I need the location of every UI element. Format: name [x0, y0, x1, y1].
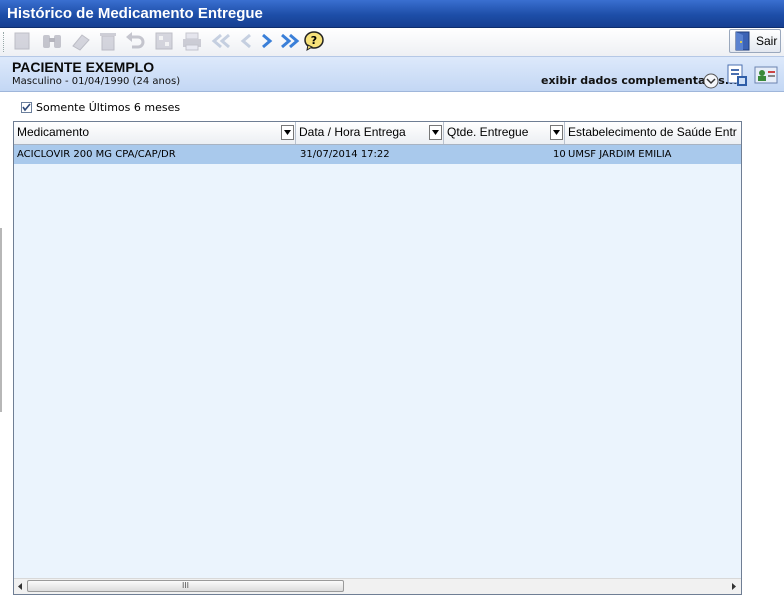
eraser-icon — [72, 34, 90, 51]
medication-history-grid: Medicamento Data / Hora Entrega Qtde. En… — [13, 121, 742, 595]
column-header-label: Qtde. Entregue — [447, 125, 529, 139]
help-button[interactable]: ? — [303, 30, 325, 52]
column-filter-dropdown[interactable] — [550, 125, 563, 140]
first-record-button[interactable] — [210, 30, 232, 52]
calculator-icon — [155, 32, 173, 50]
next-icon — [262, 33, 273, 49]
checkmark-icon — [22, 103, 31, 112]
toolbar: ? Sair — [0, 28, 784, 56]
binoculars-icon — [43, 35, 61, 48]
last-record-button[interactable] — [279, 30, 301, 52]
table-row[interactable]: ACICLOVIR 200 MG CPA/CAP/DR 31/07/2014 1… — [14, 145, 741, 164]
horizontal-scrollbar[interactable]: III — [14, 578, 741, 594]
column-header-qtde[interactable]: Qtde. Entregue — [444, 122, 565, 144]
cell-qtde: 10 — [553, 149, 566, 160]
column-header-label: Estabelecimento de Saúde Entr — [568, 125, 737, 139]
search-button[interactable] — [41, 30, 63, 52]
scroll-left-icon[interactable] — [16, 582, 25, 591]
cell-medicamento: ACICLOVIR 200 MG CPA/CAP/DR — [17, 149, 176, 160]
column-filter-dropdown[interactable] — [281, 125, 294, 140]
previous-record-button[interactable] — [235, 30, 257, 52]
printer-icon — [183, 32, 201, 51]
patient-record-icon[interactable] — [725, 63, 749, 89]
column-header-label: Medicamento — [17, 125, 90, 139]
delete-button[interactable] — [97, 30, 119, 52]
last-six-months-filter[interactable]: Somente Últimos 6 meses — [21, 101, 180, 114]
column-header-estabelecimento[interactable]: Estabelecimento de Saúde Entr — [565, 122, 741, 144]
previous-icon — [240, 33, 251, 49]
help-icon: ? — [304, 31, 324, 52]
new-icon — [14, 32, 30, 50]
column-header-data-hora[interactable]: Data / Hora Entrega — [296, 122, 444, 144]
door-exit-icon — [735, 31, 750, 51]
last-icon — [281, 33, 300, 49]
svg-text:?: ? — [311, 34, 317, 47]
chevron-down-icon — [284, 130, 291, 135]
last-six-months-label: Somente Últimos 6 meses — [36, 101, 181, 114]
toolbar-grip — [3, 32, 7, 52]
cell-estabelecimento: UMSF JARDIM EMILIA — [568, 149, 672, 160]
trash-icon — [100, 33, 116, 51]
undo-button[interactable] — [124, 30, 146, 52]
window-edge — [0, 228, 2, 412]
column-header-medicamento[interactable]: Medicamento — [14, 122, 296, 144]
scroll-right-icon[interactable] — [729, 582, 738, 591]
column-filter-dropdown[interactable] — [429, 125, 442, 140]
calculator-button[interactable] — [153, 30, 175, 52]
scrollbar-thumb[interactable]: III — [27, 580, 344, 592]
chevron-down-icon — [553, 130, 560, 135]
cell-data-hora: 31/07/2014 17:22 — [300, 149, 390, 160]
grid-header: Medicamento Data / Hora Entrega Qtde. En… — [14, 122, 741, 145]
print-button[interactable] — [181, 30, 203, 52]
window-title: Histórico de Medicamento Entregue — [7, 5, 263, 22]
patient-header: PACIENTE EXEMPLO Masculino - 01/04/1990 … — [0, 56, 784, 92]
expand-circle-icon[interactable] — [703, 73, 719, 89]
clear-button[interactable] — [70, 30, 92, 52]
exit-button[interactable]: Sair — [729, 29, 781, 53]
column-header-label: Data / Hora Entrega — [299, 125, 406, 139]
undo-icon — [126, 32, 145, 49]
patient-card-icon[interactable] — [754, 64, 778, 86]
last-six-months-checkbox[interactable] — [21, 102, 32, 113]
patient-name: PACIENTE EXEMPLO — [12, 59, 155, 75]
first-icon — [211, 33, 230, 49]
exit-label: Sair — [756, 34, 778, 48]
patient-info: Masculino - 01/04/1990 (24 anos) — [12, 76, 181, 87]
title-bar: Histórico de Medicamento Entregue — [0, 0, 784, 28]
next-record-button[interactable] — [256, 30, 278, 52]
chevron-down-icon — [432, 130, 439, 135]
new-button[interactable] — [11, 30, 33, 52]
